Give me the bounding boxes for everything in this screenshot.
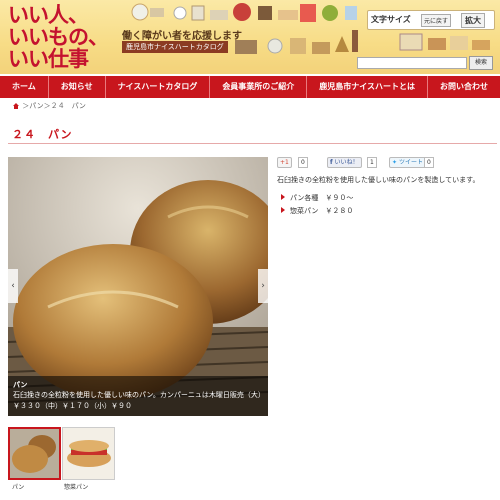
gplus-count: 0 [298, 157, 308, 168]
thumbnail-sandwich-label: 惣菜パン [64, 484, 89, 491]
site-header: いい人、 いいもの、 いい仕事 働く障がい者を応援します 鹿児島市ナイスハートカ… [0, 0, 500, 74]
logo-line-2: いいもの、 [8, 24, 109, 49]
tweet-button[interactable]: ✦ ツイート [389, 157, 426, 168]
logo-line-1: いい人、 [8, 2, 89, 27]
facebook-like-count: 1 [367, 157, 377, 168]
catalog-label: 鹿児島市ナイスハートカタログ [122, 41, 228, 53]
thumbnail-bread[interactable] [8, 427, 61, 480]
nav-item-about[interactable]: 鹿児島市ナイスハートとは [307, 76, 429, 98]
product-item-bread: パン各種 ￥９０～ [280, 194, 354, 202]
twitter-icon: ✦ [392, 159, 398, 166]
social-buttons: +1 0 f いいね！ 1 ✦ ツイート 0 [277, 157, 497, 168]
thumbnail-sandwich-image [63, 428, 114, 479]
logo-line-3: いい仕事 [8, 46, 89, 71]
nav-item-news[interactable]: お知らせ [49, 76, 106, 98]
caption-description: 石臼挽きの全粒粉を使用した優しい味のパン。カンパーニュは木曜日販売（大） [13, 391, 263, 399]
site-tagline: 働く障がい者を応援します [122, 31, 242, 42]
facebook-icon: f [330, 159, 333, 166]
font-enlarge-button[interactable]: 拡大 [461, 13, 485, 28]
facebook-like-label: いいね！ [334, 159, 359, 166]
page-title: ２４ パン [12, 128, 73, 141]
nav-item-catalog[interactable]: ナイスハートカタログ [106, 76, 211, 98]
thumbnail-bread-label: パン [12, 484, 25, 491]
caption-price: ￥３３０（中）￥１７０（小）￥９０ [13, 402, 132, 410]
slider-next-button[interactable]: › [258, 269, 268, 303]
tweet-label: ツイート [398, 159, 423, 166]
gplus-button[interactable]: +1 [277, 157, 292, 168]
thumbnail-sandwich[interactable] [62, 427, 115, 480]
product-item-sandwich: 惣菜パン ￥２８０ [280, 207, 354, 215]
caption-title: パン [13, 381, 28, 389]
thumbnail-bread-image [10, 429, 59, 478]
nav-item-home[interactable]: ホーム [0, 76, 49, 98]
search-input[interactable] [357, 57, 467, 69]
main-nav: ホーム お知らせ ナイスハートカタログ 会員事業所のご紹介 鹿児島市ナイスハート… [0, 76, 500, 98]
product-description: 石臼挽きの全粒粉を使用した優しい味のパンを製造しています。 [277, 176, 480, 184]
site-logo[interactable]: いい人、 いいもの、 いい仕事 [8, 4, 118, 70]
slider-prev-button[interactable]: ‹ [8, 269, 18, 303]
font-size-label: 文字サイズ [371, 15, 411, 24]
nav-item-members[interactable]: 会員事業所のご紹介 [210, 76, 308, 98]
facebook-like-button[interactable]: f いいね！ [327, 157, 362, 168]
slide-caption: パン 石臼挽きの全粒粉を使用した優しい味のパン。カンパーニュは木曜日販売（大） … [8, 376, 268, 416]
font-size-control: 文字サイズ 元に戻す 拡大 [367, 10, 495, 30]
search-button[interactable]: 検索 [469, 56, 493, 70]
font-reset-button[interactable]: 元に戻す [421, 14, 452, 27]
breadcrumb-path[interactable]: ＞パン＞２４ パン [22, 102, 86, 110]
title-divider [8, 143, 497, 144]
breadcrumb: ＞パン＞２４ パン [12, 101, 86, 111]
nav-item-contact[interactable]: お問い合わせ [428, 76, 500, 98]
image-slider[interactable]: ‹ › パン 石臼挽きの全粒粉を使用した優しい味のパン。カンパーニュは木曜日販売… [8, 157, 268, 416]
home-icon[interactable] [12, 102, 20, 110]
tweet-count: 0 [424, 157, 434, 168]
